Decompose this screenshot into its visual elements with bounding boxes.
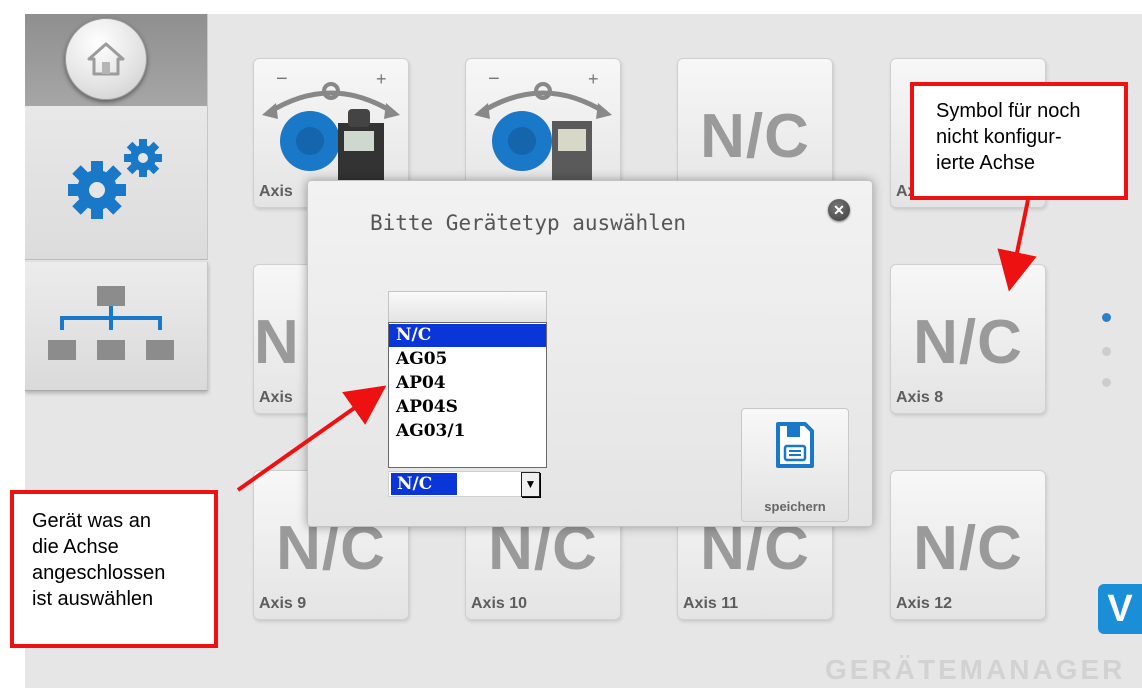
annotation-line: Symbol für noch [936, 100, 1081, 122]
vendor-logo: V [1098, 584, 1142, 634]
device-ap04-icon: − + [474, 68, 612, 183]
annotation-right: Symbol für noch nicht konfigur- ierte Ac… [910, 82, 1128, 200]
device-ag05-icon: − + [262, 68, 400, 183]
save-button[interactable]: speichern [741, 408, 849, 522]
network-button[interactable] [25, 262, 208, 391]
annotation-line: nicht konfigur- [936, 126, 1062, 148]
tile-label: Axis 10 [471, 595, 528, 612]
svg-text:−: − [488, 68, 500, 90]
tile-label: Axis 8 [896, 389, 944, 406]
selected-value: N/C [391, 473, 457, 495]
page-dot-2[interactable] [1102, 347, 1111, 356]
tile-label: Axis 9 [259, 595, 307, 612]
dialog-title: Bitte Gerätetyp auswählen [369, 211, 687, 235]
option-ag05[interactable]: AG05 [389, 348, 546, 371]
close-icon[interactable]: ✕ [828, 199, 850, 221]
annotation-line: angeschlossen [32, 562, 166, 584]
tile-label: Axis 11 [683, 595, 739, 612]
tile-label: Axis [259, 183, 293, 200]
list-header [388, 291, 547, 324]
not-configured-text: N/C [700, 102, 810, 171]
save-label: speichern [764, 499, 826, 514]
device-type-select[interactable]: N/C ▼ [388, 471, 540, 497]
axis-tile-12[interactable]: N/C Axis 12 [890, 470, 1046, 620]
page-dot-1[interactable] [1102, 313, 1111, 322]
page-dot-3[interactable] [1102, 378, 1111, 387]
tile-label: Axis 12 [896, 595, 953, 612]
svg-text:+: + [376, 69, 387, 89]
option-nc[interactable]: N/C [389, 324, 546, 347]
annotation-left: Gerät was an die Achse angeschlossen ist… [10, 490, 218, 648]
annotation-line: die Achse [32, 536, 119, 558]
settings-button[interactable] [55, 132, 175, 222]
axis-tile-8[interactable]: N/C Axis 8 [890, 264, 1046, 414]
option-ag03-1[interactable]: AG03/1 [389, 420, 546, 443]
annotation-line: Gerät was an [32, 510, 151, 532]
not-configured-text: N/C [913, 514, 1023, 583]
brand-text: GERÄTEMANAGER [825, 654, 1126, 685]
option-ap04[interactable]: AP04 [389, 372, 546, 395]
sidebar-top [25, 14, 208, 260]
annotation-line: ist auswählen [32, 588, 154, 610]
dropdown-arrow-icon[interactable]: ▼ [521, 472, 540, 497]
gears-icon [68, 139, 162, 219]
device-type-dialog: Bitte Gerätetyp auswählen ✕ N/C AG05 AP0… [307, 180, 873, 527]
annotation-line: ierte Achse [936, 152, 1035, 174]
tile-label: Axis [259, 389, 293, 406]
home-icon [87, 42, 125, 76]
svg-text:+: + [588, 69, 599, 89]
device-type-list[interactable]: N/C AG05 AP04 AP04S AG03/1 [388, 322, 547, 468]
home-button[interactable] [65, 18, 147, 100]
network-hierarchy-icon [48, 286, 174, 360]
floppy-disk-icon [776, 422, 814, 468]
not-configured-text: N/C [913, 308, 1023, 377]
svg-text:−: − [276, 68, 288, 90]
option-ap04s[interactable]: AP04S [389, 396, 546, 419]
